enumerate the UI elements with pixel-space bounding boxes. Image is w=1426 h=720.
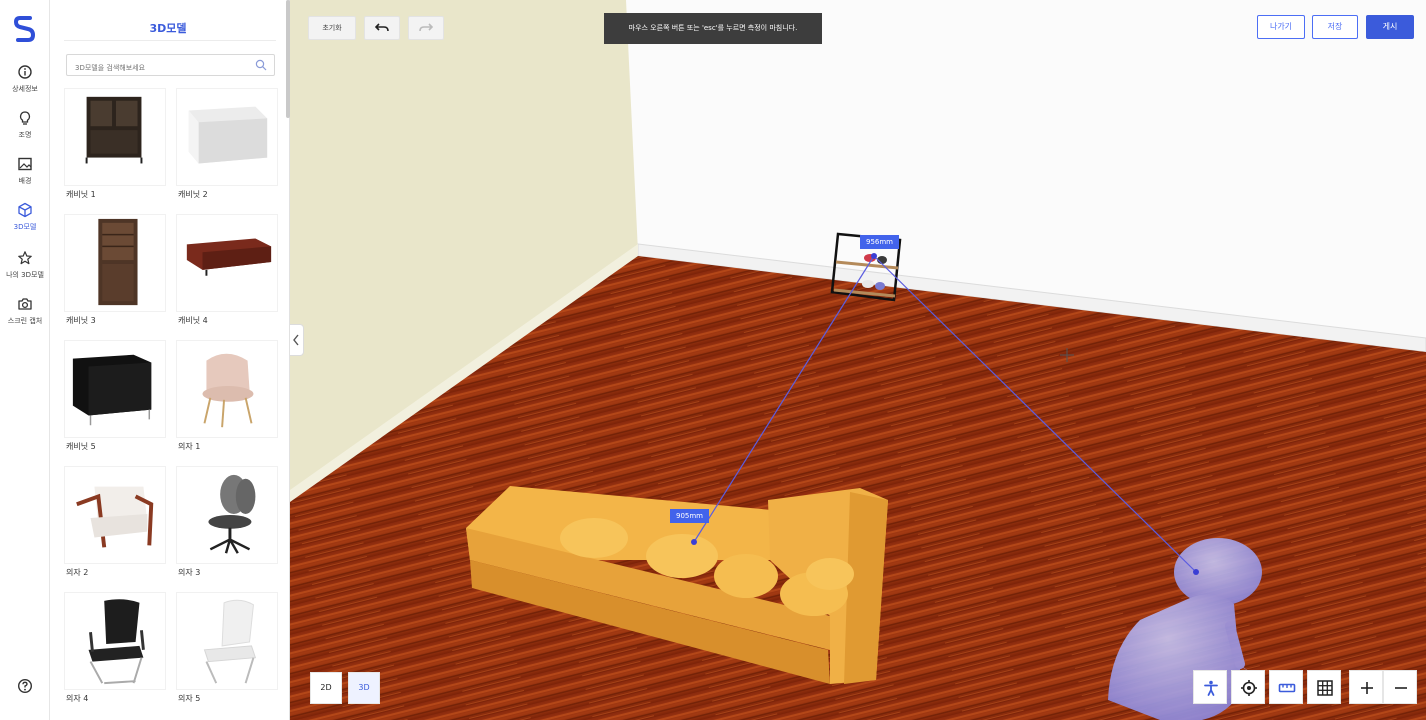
publish-button[interactable]: 게시 <box>1366 15 1414 39</box>
camera-icon <box>18 298 32 310</box>
search-icon[interactable] <box>255 59 267 71</box>
model-card-cabinet-2[interactable]: 캐비닛 2 <box>176 88 278 208</box>
info-icon <box>18 65 32 79</box>
rail-item-label: 3D모델 <box>13 223 37 231</box>
zoom-in-icon <box>1361 682 1373 694</box>
model-thumbnail <box>64 88 166 186</box>
search-input[interactable] <box>67 58 247 78</box>
model-card-label: 캐비닛 4 <box>178 316 208 325</box>
model-card-cabinet-1[interactable]: 캐비닛 1 <box>64 88 166 208</box>
exit-button[interactable]: 나가기 <box>1257 15 1305 39</box>
grid-icon <box>1317 680 1333 696</box>
viewport-3d[interactable]: 956mm 905mm 초기화 마우스 오른쪽 버튼 또는 'esc'를 누르면… <box>290 0 1426 720</box>
app-logo[interactable] <box>14 16 36 42</box>
rail-item-3d-models[interactable]: 3D모델 <box>0 202 50 242</box>
lightbulb-icon <box>19 111 31 125</box>
model-card-chair-4[interactable]: 의자 4 <box>64 592 166 712</box>
reset-button[interactable]: 초기화 <box>308 16 356 40</box>
rail-item-label: 스크린 캡처 <box>7 317 43 325</box>
rail-item-lighting[interactable]: 조명 <box>0 110 50 150</box>
target-icon <box>1241 680 1257 696</box>
view-2d-button[interactable]: 2D <box>310 672 342 704</box>
star-icon <box>18 251 32 265</box>
model-card-label: 캐비닛 3 <box>66 316 96 325</box>
model-card-label: 의자 2 <box>66 568 89 577</box>
model-card-chair-5[interactable]: 의자 5 <box>176 592 278 712</box>
crosshair-icon <box>1060 348 1074 362</box>
grid-tool-button[interactable] <box>1307 670 1341 704</box>
model-thumbnail <box>64 592 166 690</box>
measurement-label-sofa: 905mm <box>670 509 709 523</box>
rail-item-screen-capture[interactable]: 스크린 캡처 <box>0 296 50 336</box>
model-card-cabinet-3[interactable]: 캐비닛 3 <box>64 214 166 334</box>
model-card-label: 의자 3 <box>178 568 201 577</box>
image-icon <box>18 157 32 171</box>
search-box <box>66 54 275 78</box>
ruler-icon <box>1278 683 1296 693</box>
cube-icon <box>18 202 32 218</box>
divider <box>64 40 276 41</box>
model-card-cabinet-5[interactable]: 캐비닛 5 <box>64 340 166 460</box>
redo-icon <box>419 23 434 32</box>
help-icon[interactable] <box>17 678 33 694</box>
rail-item-label: 상세정보 <box>12 85 38 93</box>
nav-rail: 상세정보 조명 배경 3D모델 나의 3D모델 스크린 캡처 <box>0 0 50 720</box>
chevron-left-icon <box>293 334 299 346</box>
rail-item-details[interactable]: 상세정보 <box>0 64 50 104</box>
undo-icon <box>374 23 389 32</box>
save-button[interactable]: 저장 <box>1312 15 1358 39</box>
model-thumbnail <box>64 214 166 312</box>
model-thumbnail <box>176 214 278 312</box>
rail-item-background[interactable]: 배경 <box>0 156 50 196</box>
model-panel: 3D모델 캐비닛 1 캐비닛 2 <box>50 0 290 720</box>
zoom-in-button[interactable] <box>1349 670 1383 704</box>
measure-toast: 마우스 오른쪽 버튼 또는 'esc'를 누르면 측정이 마침니다. <box>604 13 822 44</box>
ruler-tool-button[interactable] <box>1269 670 1303 704</box>
person-tool-button[interactable] <box>1193 670 1227 704</box>
model-thumbnail <box>176 88 278 186</box>
redo-button[interactable] <box>408 16 444 40</box>
measurement-label-shelf: 956mm <box>860 235 899 249</box>
model-card-label: 의자 4 <box>66 694 89 703</box>
zoom-out-button[interactable] <box>1383 670 1417 704</box>
model-card-label: 캐비닛 2 <box>178 190 208 199</box>
rail-item-label: 나의 3D모델 <box>6 271 44 279</box>
panel-title: 3D모델 <box>149 22 187 35</box>
model-card-label: 의자 5 <box>178 694 201 703</box>
model-thumbnail <box>64 340 166 438</box>
model-card-chair-1[interactable]: 의자 1 <box>176 340 278 460</box>
rail-item-label: 조명 <box>18 131 32 139</box>
target-tool-button[interactable] <box>1231 670 1265 704</box>
zoom-out-icon <box>1395 687 1407 689</box>
model-card-label: 의자 1 <box>178 442 201 451</box>
app: 상세정보 조명 배경 3D모델 나의 3D모델 스크린 캡처 3D모델 3D모델… <box>0 0 1426 720</box>
rail-item-label: 배경 <box>18 177 32 185</box>
model-card-label: 캐비닛 1 <box>66 190 96 199</box>
model-card-chair-2[interactable]: 의자 2 <box>64 466 166 586</box>
model-thumbnail <box>176 340 278 438</box>
undo-button[interactable] <box>364 16 400 40</box>
model-thumbnail <box>176 466 278 564</box>
model-card-label: 캐비닛 5 <box>66 442 96 451</box>
room-scene <box>290 0 1426 720</box>
view-3d-button[interactable]: 3D <box>348 672 380 704</box>
model-thumbnail <box>176 592 278 690</box>
model-card-cabinet-4[interactable]: 캐비닛 4 <box>176 214 278 334</box>
person-icon <box>1204 680 1218 696</box>
panel-collapse-button[interactable] <box>290 324 304 356</box>
model-card-chair-3[interactable]: 의자 3 <box>176 466 278 586</box>
model-thumbnail <box>64 466 166 564</box>
rail-item-my-3d-models[interactable]: 나의 3D모델 <box>0 250 50 290</box>
